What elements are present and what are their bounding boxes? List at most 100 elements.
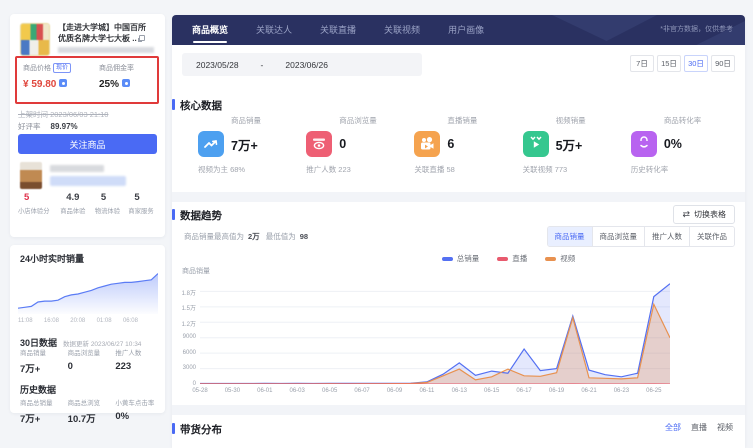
history-row: 商品总销量7万+ 商品总浏览10.7万 小黄车点击率0% bbox=[20, 397, 163, 425]
security-badge-icon bbox=[59, 79, 67, 87]
stat-item: 商品总浏览10.7万 bbox=[68, 397, 116, 425]
x-tick-label: 06-17 bbox=[511, 388, 537, 394]
chart-legend: 总销量 直播 视频 bbox=[272, 253, 745, 264]
y-tick-label: 1.2万 bbox=[182, 319, 196, 328]
x-tick-label: 06-11 bbox=[414, 388, 440, 394]
x-tick-label: 06-23 bbox=[608, 388, 634, 394]
trend-tab-promoters[interactable]: 推广人数 bbox=[644, 227, 689, 246]
core-metric-cards: 商品销量 7万+ 视频为主 68% 商品浏览量 0 推广人数 223 bbox=[198, 115, 739, 175]
section-divider bbox=[172, 192, 745, 202]
metric-card-views: 商品浏览量 0 推广人数 223 bbox=[306, 115, 414, 175]
preset-7d-button[interactable]: 7日 bbox=[630, 55, 654, 72]
preset-30d-button[interactable]: 30日 bbox=[684, 55, 708, 72]
trend-chart-area: 03000600090001.2万1.5万1.8万 05-2805-3006-0… bbox=[174, 276, 694, 406]
trend-tab-related-works[interactable]: 关联作品 bbox=[689, 227, 734, 246]
nav-decor-triangle bbox=[552, 15, 657, 41]
legend-total: 总销量 bbox=[442, 253, 480, 264]
x-tick-label: 06-21 bbox=[576, 388, 602, 394]
x-tick-label: 06-13 bbox=[446, 388, 472, 394]
price-label: 商品价格现价 bbox=[23, 63, 99, 73]
stat-item: 商品浏览量0 bbox=[68, 347, 116, 375]
good-rating-row: 好评率89.97% bbox=[18, 121, 78, 132]
distribution-title: 带货分布 bbox=[172, 422, 222, 437]
price-highlight-box: 商品价格现价 ¥ 59.80 商品佣金率 25% bbox=[15, 56, 159, 104]
realtime-x-axis: 11:0816:0820:0801:0806:08 bbox=[18, 318, 138, 324]
tab-product-overview[interactable]: 商品概览 bbox=[192, 15, 228, 45]
realtime-x-label: 20:08 bbox=[70, 318, 85, 324]
realtime-sales-title: 24小时实时销量 bbox=[20, 252, 84, 265]
dist-tab-live[interactable]: 直播 bbox=[691, 422, 707, 433]
preset-15d-button[interactable]: 15日 bbox=[657, 55, 681, 72]
good-rating-label: 好评率 bbox=[18, 122, 41, 131]
stat-item: 商品总销量7万+ bbox=[20, 397, 68, 425]
shop-score-row: 5小店体验分 4.9商品体验 5物流体验 5商家服务 bbox=[18, 192, 163, 215]
shop-row bbox=[20, 162, 157, 194]
date-range-picker[interactable]: 2023/05/28 - 2023/06/26 bbox=[182, 53, 422, 76]
legend-marker-video bbox=[545, 257, 556, 261]
distribution-tabs: 全部 直播 视频 bbox=[665, 422, 733, 433]
metric-card-conversion: 商品转化率 0% 历史转化率 bbox=[631, 115, 739, 175]
tab-related-videos[interactable]: 关联视频 bbox=[384, 15, 420, 45]
shop-avatar bbox=[20, 162, 42, 189]
blurred-subtitle bbox=[58, 47, 154, 53]
preset-90d-button[interactable]: 90日 bbox=[711, 55, 735, 72]
x-tick-label: 06-03 bbox=[284, 388, 310, 394]
x-tick-label: 06-25 bbox=[641, 388, 667, 394]
x-tick-label: 06-01 bbox=[252, 388, 278, 394]
product-summary-card: 【走进大学城】中国百所 优质名牌大学七大板 .. 商品价格现价 ¥ 59.80 … bbox=[10, 14, 165, 237]
stats30-row: 商品销量7万+ 商品浏览量0 推广人数223 bbox=[20, 347, 163, 375]
shopping-bag-icon bbox=[631, 131, 657, 157]
section-divider bbox=[172, 405, 745, 415]
security-badge-icon bbox=[122, 79, 130, 87]
copy-icon[interactable] bbox=[139, 35, 145, 41]
stat-item: 推广人数223 bbox=[115, 347, 163, 375]
trend-tab-views[interactable]: 商品浏览量 bbox=[592, 227, 645, 246]
tab-related-influencers[interactable]: 关联达人 bbox=[256, 15, 292, 45]
trend-chart bbox=[200, 276, 670, 384]
tab-related-livestreams[interactable]: 关联直播 bbox=[320, 15, 356, 45]
product-title-line1: 【走进大学城】中国百所 bbox=[58, 22, 159, 33]
play-video-icon bbox=[523, 131, 549, 157]
dist-tab-all[interactable]: 全部 bbox=[665, 422, 681, 433]
date-end: 2023/06/26 bbox=[285, 60, 328, 70]
product-title-line2: 优质名牌大学七大板 .. bbox=[58, 33, 159, 44]
listed-time-strikethrough: 上架时间 2023/06/03 21:10 bbox=[18, 109, 108, 120]
data-disclaimer: *非官方数据，仅供参考 bbox=[660, 15, 733, 45]
date-separator: - bbox=[261, 60, 264, 70]
product-thumbnail bbox=[20, 23, 50, 56]
main-content: 2023/05/28 - 2023/06/26 7日 15日 30日 90日 核… bbox=[172, 45, 745, 448]
legend-video: 视频 bbox=[545, 253, 575, 264]
follow-product-button[interactable]: 关注商品 bbox=[18, 134, 157, 154]
swap-arrows-icon: ⇄ bbox=[682, 209, 690, 220]
product-title-text: 优质名牌大学七大板 .. bbox=[58, 34, 137, 43]
tab-user-profile[interactable]: 用户画像 bbox=[448, 15, 484, 45]
blurred-shop-tag bbox=[50, 176, 126, 186]
realtime-x-label: 06:08 bbox=[123, 318, 138, 324]
y-tick-label: 1.5万 bbox=[182, 303, 196, 312]
x-tick-label: 06-07 bbox=[349, 388, 375, 394]
switch-table-button[interactable]: ⇄ 切换表格 bbox=[673, 205, 735, 224]
dist-tab-video[interactable]: 视频 bbox=[717, 422, 733, 433]
price-value: ¥ 59.80 bbox=[23, 79, 99, 90]
metric-card-video-sales: 视频销量 5万+ 关联视频 773 bbox=[523, 115, 631, 175]
realtime-x-label: 01:08 bbox=[97, 318, 112, 324]
trend-section-title: 数据趋势 bbox=[172, 208, 222, 223]
trend-tab-sales[interactable]: 商品销量 bbox=[548, 227, 592, 246]
y-axis-label: 商品销量 bbox=[182, 266, 210, 276]
x-tick-label: 06-15 bbox=[479, 388, 505, 394]
realtime-sales-chart bbox=[18, 266, 158, 314]
history-title: 历史数据 bbox=[20, 383, 56, 396]
legend-marker-total bbox=[442, 257, 453, 261]
y-axis-ticks: 03000600090001.2万1.5万1.8万 bbox=[174, 276, 196, 384]
score-item: 5小店体验分 bbox=[18, 192, 60, 215]
metric-card-live-sales: 直播销量 6 关联直播 58 bbox=[414, 115, 522, 175]
date-start: 2023/05/28 bbox=[196, 60, 239, 70]
commission-value: 25% bbox=[99, 79, 157, 90]
x-tick-label: 06-05 bbox=[317, 388, 343, 394]
y-tick-label: 3000 bbox=[183, 365, 196, 371]
top-nav-bar: 商品概览 关联达人 关联直播 关联视频 用户画像 *非官方数据，仅供参考 bbox=[172, 15, 745, 45]
stat-item: 商品销量7万+ bbox=[20, 347, 68, 375]
y-tick-label: 9000 bbox=[183, 334, 196, 340]
realtime-x-label: 16:08 bbox=[44, 318, 59, 324]
x-axis-ticks: 05-2805-3006-0106-0306-0506-0706-0906-11… bbox=[200, 388, 670, 398]
